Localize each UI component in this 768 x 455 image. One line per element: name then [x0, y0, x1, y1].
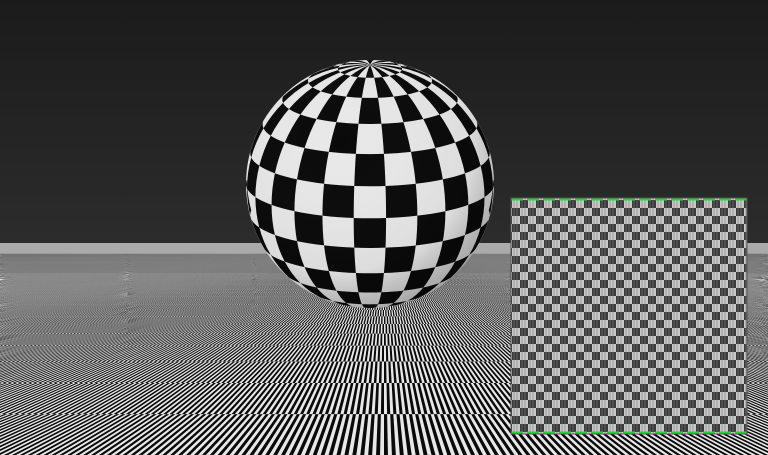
texture-inset — [511, 198, 747, 434]
render-viewport — [0, 0, 768, 455]
checkered-sphere — [246, 60, 494, 308]
scene-svg — [0, 0, 768, 455]
